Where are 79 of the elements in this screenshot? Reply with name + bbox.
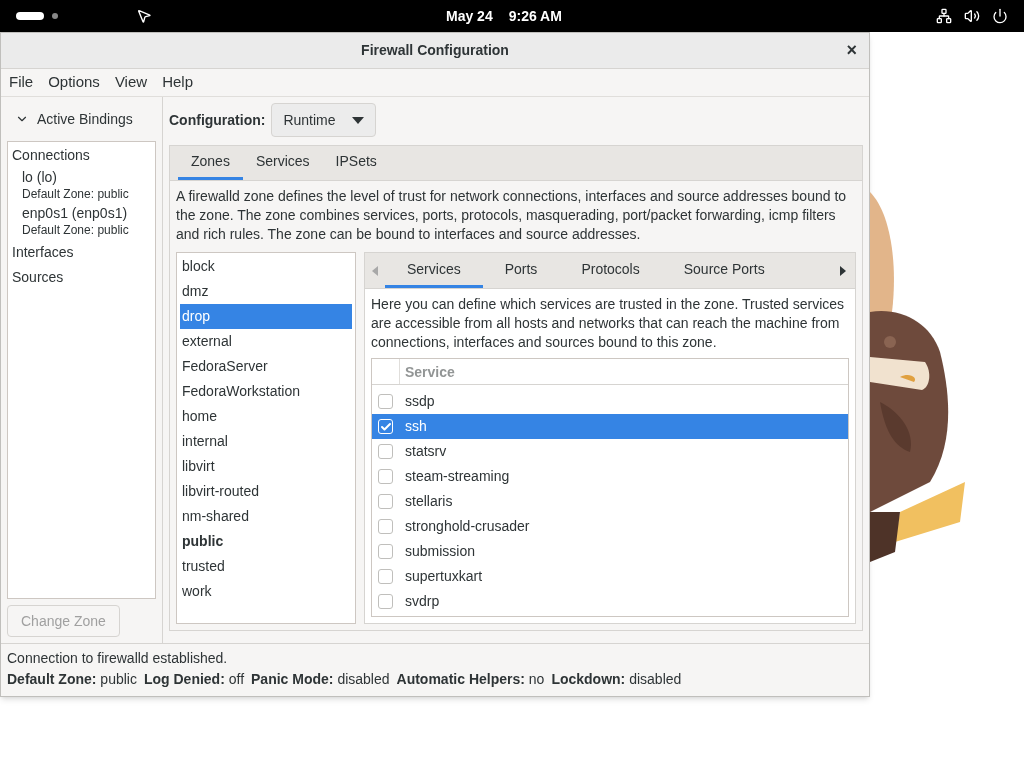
binding-category[interactable]: Connections: [12, 145, 151, 166]
zone-item[interactable]: libvirt-routed: [180, 479, 352, 504]
checkbox[interactable]: [378, 444, 393, 459]
service-row[interactable]: stronghold-crusader: [372, 514, 848, 539]
configuration-dropdown[interactable]: Runtime: [271, 103, 376, 137]
connection-zone: Default Zone: public: [22, 222, 130, 238]
checkbox[interactable]: [378, 569, 393, 584]
service-row[interactable]: statsrv: [372, 439, 848, 464]
checkbox[interactable]: [378, 544, 393, 559]
dropdown-caret-icon: [351, 116, 364, 124]
service-row[interactable]: ssh: [372, 414, 848, 439]
zone-item[interactable]: dmz: [180, 279, 352, 304]
service-row[interactable]: submission: [372, 539, 848, 564]
binding-category[interactable]: Sources: [12, 267, 151, 288]
zone-item[interactable]: work: [180, 579, 352, 604]
service-name: stronghold-crusader: [405, 517, 530, 536]
zone-item[interactable]: trusted: [180, 554, 352, 579]
service-row[interactable]: supertuxkart: [372, 564, 848, 589]
connection-name[interactable]: enp0s1 (enp0s1): [22, 205, 151, 222]
service-name: svdrp: [405, 592, 440, 611]
zone-item[interactable]: nm-shared: [180, 504, 352, 529]
checkbox[interactable]: [378, 469, 393, 484]
close-button[interactable]: ×: [846, 39, 857, 61]
checkbox[interactable]: [378, 494, 393, 509]
status-field: Panic Mode: disabled: [251, 668, 390, 690]
checkbox[interactable]: [378, 394, 393, 409]
tab[interactable]: IPSets: [322, 146, 390, 180]
service-name: ssdp: [405, 392, 435, 411]
zone-item[interactable]: block: [180, 254, 352, 279]
zone-item[interactable]: FedoraServer: [180, 354, 352, 379]
status-field: Log Denied: off: [143, 668, 245, 690]
zone-item[interactable]: internal: [180, 429, 352, 454]
service-name: supertuxkart: [405, 567, 483, 586]
workspace-indicator-icon[interactable]: [16, 12, 44, 20]
service-name: stellaris: [405, 492, 453, 511]
connection-name[interactable]: lo (lo): [22, 169, 151, 186]
scroll-right-icon[interactable]: [840, 265, 846, 276]
service-row[interactable]: steam-streaming: [372, 464, 848, 489]
connection-zone: Default Zone: public: [22, 186, 130, 202]
service-name: ssh: [405, 417, 427, 436]
zone-item[interactable]: home: [180, 404, 352, 429]
zone-description: A firewalld zone defines the level of trust for network connections, interfaces and source addresses bound to the zone. The zone combines services, ports, protocols, masquerading, port/packet forwarding, icmp filters and rich rules. The zone can be bound to interfaces and source addresses.: [176, 187, 848, 244]
service-name: statsrv: [405, 442, 447, 461]
network-icon[interactable]: [936, 8, 952, 24]
service-row[interactable]: ssdp: [372, 389, 848, 414]
menu-item[interactable]: Options: [44, 71, 104, 94]
menu-item[interactable]: Help: [158, 71, 197, 94]
binding-category[interactable]: Interfaces: [12, 242, 151, 263]
clock[interactable]: May 24 9:26 AM: [446, 5, 562, 27]
zone-item[interactable]: external: [180, 329, 352, 354]
volume-icon[interactable]: [964, 8, 980, 24]
checkbox[interactable]: [378, 519, 393, 534]
zone-item[interactable]: FedoraWorkstation: [180, 379, 352, 404]
scroll-left-icon[interactable]: [372, 265, 378, 276]
zone-tab[interactable]: Source Ports: [661, 253, 787, 288]
service-row[interactable]: svdrp: [372, 589, 848, 614]
check-icon: [379, 420, 392, 433]
active-bindings-toggle[interactable]: Active Bindings: [7, 103, 156, 135]
status-field: Default Zone: public: [7, 668, 137, 690]
service-row[interactable]: stellaris: [372, 489, 848, 514]
services-description: Here you can define which services are trusted in the zone. Trusted services are accessible from all hosts and networks that can reach the machine from connections, interfaces and sources bound to this zone.: [371, 295, 846, 352]
zone-item[interactable]: libvirt: [180, 454, 352, 479]
checkbox[interactable]: [378, 594, 393, 609]
zone-tab[interactable]: Protocols: [559, 253, 662, 288]
service-name: submission: [405, 542, 476, 561]
menu-item[interactable]: File: [5, 71, 38, 94]
window-title: Firewall Configuration: [361, 41, 509, 60]
mouse-pointer-icon: [136, 7, 152, 25]
status-message: Connection to firewalld established.: [7, 649, 229, 668]
power-icon[interactable]: [992, 8, 1008, 24]
status-field: Lockdown: disabled: [551, 668, 682, 690]
tab[interactable]: Services: [242, 146, 323, 180]
status-field: Automatic Helpers: no: [396, 668, 545, 690]
zone-item[interactable]: public: [180, 529, 352, 554]
service-name: steam-streaming: [405, 467, 510, 486]
zone-item[interactable]: drop: [180, 304, 352, 329]
zone-tab[interactable]: Ports: [482, 253, 560, 288]
configuration-label: Configuration:: [169, 110, 266, 130]
menu-item[interactable]: View: [110, 71, 152, 94]
